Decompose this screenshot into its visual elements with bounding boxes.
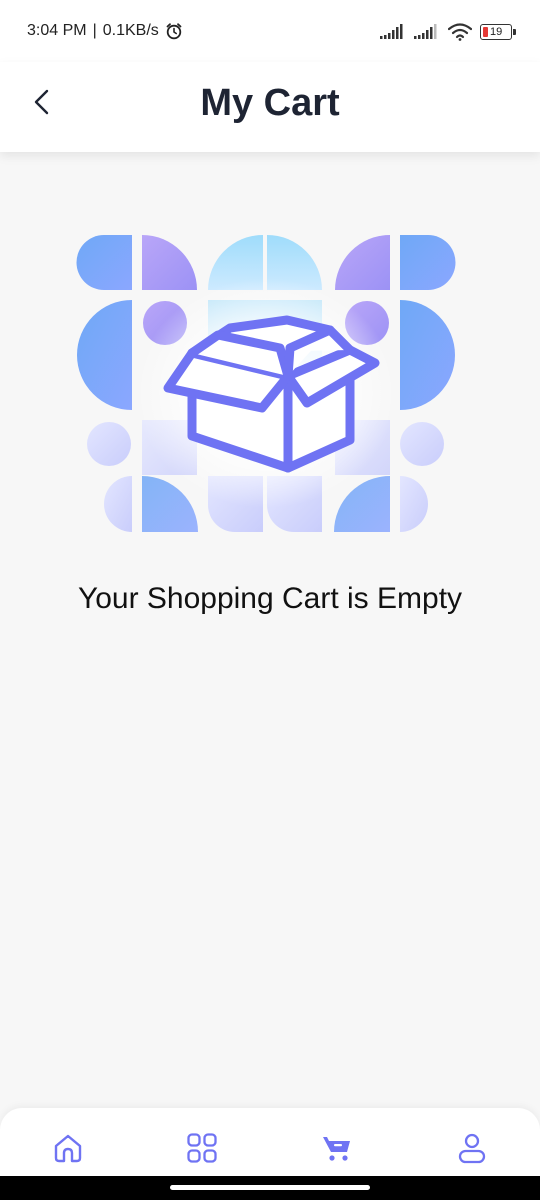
cart-icon bbox=[323, 1137, 350, 1161]
status-bar: 3:04 PM | 0.1KB/s 19 bbox=[0, 0, 540, 62]
status-left: 3:04 PM | 0.1KB/s bbox=[27, 22, 183, 40]
app-header: My Cart bbox=[0, 62, 540, 152]
system-gesture-bar bbox=[0, 1176, 540, 1200]
empty-cart-message: Your Shopping Cart is Empty bbox=[77, 582, 463, 615]
home-indicator[interactable] bbox=[170, 1185, 370, 1190]
status-right: 19 bbox=[380, 23, 516, 41]
signal-icon bbox=[414, 24, 437, 39]
alarm-icon bbox=[166, 23, 182, 40]
status-time: 3:04 PM bbox=[27, 22, 87, 39]
nav-home[interactable] bbox=[38, 1126, 98, 1170]
home-icon bbox=[54, 1134, 82, 1163]
grid-icon bbox=[187, 1133, 217, 1163]
nav-profile[interactable] bbox=[442, 1126, 502, 1170]
nav-cart[interactable] bbox=[307, 1126, 367, 1170]
battery-level: 19 bbox=[490, 26, 503, 38]
nav-categories[interactable] bbox=[172, 1126, 232, 1170]
page-title: My Cart bbox=[200, 82, 340, 124]
status-separator: | bbox=[92, 22, 97, 39]
battery-icon: 19 bbox=[480, 24, 516, 40]
wifi-icon bbox=[448, 23, 472, 41]
battery-fill bbox=[483, 27, 488, 37]
open-box-icon bbox=[76, 235, 456, 532]
network-speed: 0.1KB/s bbox=[102, 22, 159, 39]
battery-tip bbox=[513, 29, 516, 35]
empty-cart-illustration bbox=[70, 228, 470, 538]
user-icon bbox=[458, 1133, 486, 1164]
signal-icon bbox=[380, 24, 403, 39]
